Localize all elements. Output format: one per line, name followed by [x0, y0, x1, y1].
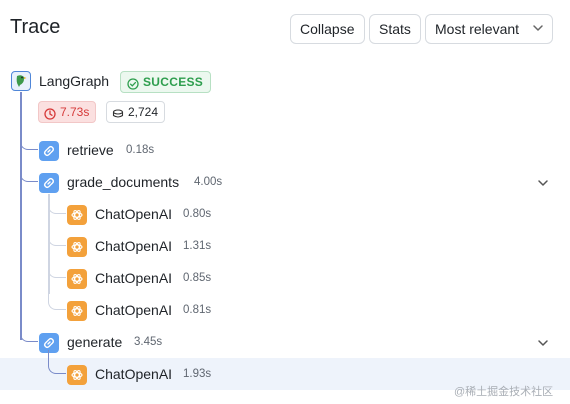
check-circle-icon: [127, 76, 139, 96]
clock-icon: [44, 106, 56, 126]
trace-header: Trace Collapse Stats Most relevant: [0, 0, 570, 58]
run-duration: 0.80s: [183, 208, 212, 220]
run-row-grade-documents[interactable]: grade_documents 4.00s: [0, 166, 570, 198]
token-count-text: 2,724: [128, 105, 159, 119]
run-row-generate[interactable]: generate 3.45s: [0, 326, 570, 358]
run-name: grade_documents: [67, 174, 180, 190]
run-name: ChatOpenAI: [95, 206, 173, 222]
tree-connector: [48, 350, 66, 374]
root-name: LangGraph: [39, 73, 110, 89]
run-name: ChatOpenAI: [95, 302, 173, 318]
run-row-chatopenai[interactable]: ChatOpenAI 0.81s: [0, 294, 570, 326]
token-count-badge: 2,724: [106, 101, 166, 126]
run-row-chatopenai[interactable]: ChatOpenAI 0.85s: [0, 262, 570, 294]
run-name: generate: [67, 334, 123, 350]
run-row-chatopenai[interactable]: ChatOpenAI 1.31s: [0, 230, 570, 262]
run-duration: 1.93s: [183, 368, 212, 380]
chevron-down-icon[interactable]: [536, 336, 550, 350]
status-text: SUCCESS: [143, 75, 204, 89]
latency-badge: 7.73s: [38, 101, 97, 126]
openai-icon: [67, 269, 87, 289]
openai-icon: [67, 301, 87, 321]
parrot-icon: [11, 71, 31, 91]
run-row-chatopenai[interactable]: ChatOpenAI 0.80s: [0, 198, 570, 230]
link-icon: [39, 141, 59, 161]
sort-select[interactable]: Most relevant: [425, 14, 553, 44]
run-name: ChatOpenAI: [95, 238, 173, 254]
openai-icon: [67, 237, 87, 257]
link-icon: [39, 173, 59, 193]
stats-button[interactable]: Stats: [369, 14, 421, 44]
run-duration: 0.18s: [126, 144, 155, 156]
watermark: @稀土掘金技术社区: [454, 386, 554, 398]
chevron-down-icon[interactable]: [536, 176, 550, 190]
status-badge: SUCCESS: [120, 71, 212, 96]
openai-icon: [67, 205, 87, 225]
openai-icon: [67, 365, 87, 385]
coins-icon: [112, 106, 124, 126]
collapse-button[interactable]: Collapse: [290, 14, 365, 44]
run-duration: 3.45s: [134, 336, 163, 348]
latency-text: 7.73s: [60, 105, 90, 119]
chevron-down-icon: [532, 15, 544, 52]
run-name: ChatOpenAI: [95, 270, 173, 286]
run-name: ChatOpenAI: [95, 366, 173, 382]
run-duration: 0.85s: [183, 272, 212, 284]
run-duration: 4.00s: [194, 176, 223, 188]
sort-select-label: Most relevant: [435, 21, 520, 37]
page-title: Trace: [10, 16, 61, 38]
run-duration: 0.81s: [183, 304, 212, 316]
trace-root-row[interactable]: LangGraph: [0, 66, 570, 98]
run-row-retrieve[interactable]: retrieve 0.18s: [0, 134, 570, 166]
run-name: retrieve: [67, 142, 114, 158]
run-duration: 1.31s: [183, 240, 212, 252]
